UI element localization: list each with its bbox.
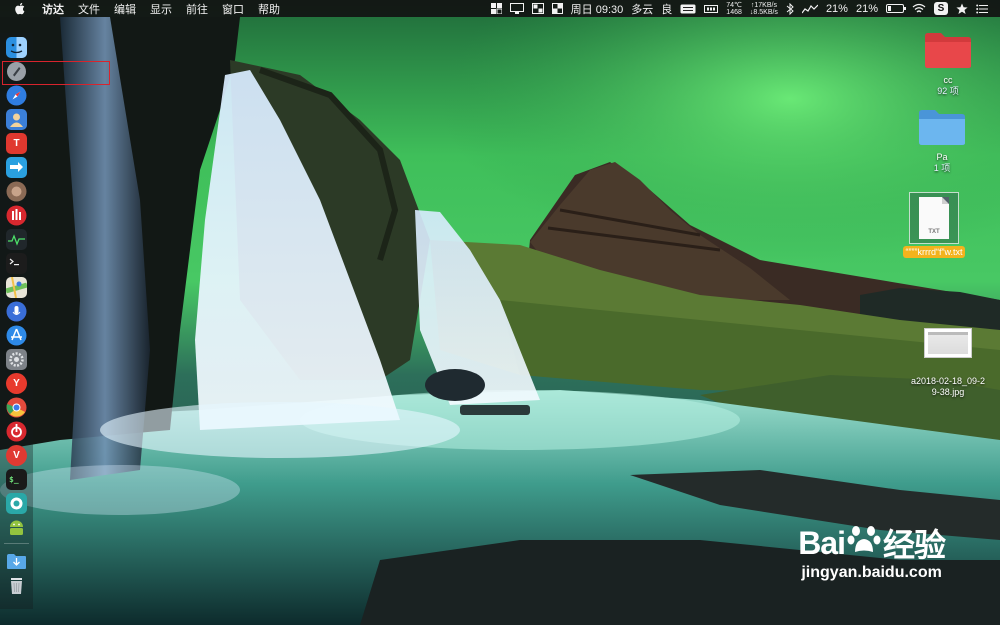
downloads-folder-icon[interactable] xyxy=(6,551,27,572)
contacts-icon[interactable] xyxy=(6,109,27,130)
desktop-folder-cc[interactable]: cc 92 项 xyxy=(918,30,978,96)
gyro-icon[interactable] xyxy=(6,181,27,202)
menu-window[interactable]: 窗口 xyxy=(222,1,244,17)
bluetooth-icon[interactable] xyxy=(786,2,794,15)
watermark-brand-suffix: 经验 xyxy=(882,527,946,563)
trash-icon[interactable] xyxy=(6,575,27,596)
watermark-brand: Bai xyxy=(798,524,846,561)
paw-icon xyxy=(847,522,881,564)
apple-menu-icon[interactable] xyxy=(14,2,28,15)
download-speed-text: ↓8.5KB/s xyxy=(749,8,778,16)
highlight-annotation-box xyxy=(2,61,110,85)
fan-rpm-text: 1468 xyxy=(726,8,742,16)
menu-edit[interactable]: 编辑 xyxy=(114,1,136,17)
activity-monitor-icon[interactable] xyxy=(6,229,27,250)
baidu-watermark: Bai 经验 jingyan.baidu.com xyxy=(798,520,946,582)
maps-icon[interactable] xyxy=(6,277,27,298)
battery-fill xyxy=(888,6,891,11)
battery-percent-text[interactable]: 21% xyxy=(856,3,878,15)
menu-bar: 访达 文件 编辑 显示 前往 窗口 帮助 周日 09:30 多云 良 74℃ 1… xyxy=(0,0,1000,17)
upload-speed-text: ↑17KB/s xyxy=(750,1,777,9)
folder-icon xyxy=(919,110,965,145)
siri-icon[interactable] xyxy=(6,301,27,322)
folder-cc-count: 92 项 xyxy=(937,86,959,96)
system-preferences-icon[interactable] xyxy=(6,349,27,370)
watermark-url: jingyan.baidu.com xyxy=(801,564,942,581)
cpu-percent-text[interactable]: 21% xyxy=(826,3,848,15)
dock: T Y V $_ xyxy=(0,33,33,609)
safari-icon[interactable] xyxy=(6,85,27,106)
cpu-graph-icon[interactable] xyxy=(801,3,818,14)
folder-cc-name: cc xyxy=(943,75,953,85)
menu-view[interactable]: 显示 xyxy=(150,1,172,17)
txt-file-name: “”””krrrd“f”w.txt xyxy=(902,246,966,258)
temperature-text: 74℃ xyxy=(726,1,742,9)
keyboard-icon[interactable] xyxy=(680,4,696,14)
svg-text:$_: $_ xyxy=(9,475,19,484)
temp-rpm-readout[interactable]: 74℃ 1468 xyxy=(726,2,742,16)
folder-pa-count: 1 项 xyxy=(933,163,951,173)
android-icon[interactable] xyxy=(6,517,27,538)
app-store-icon[interactable] xyxy=(6,325,27,346)
menu-file[interactable]: 文件 xyxy=(78,1,100,17)
checker-icon[interactable] xyxy=(551,3,563,14)
terminal-icon[interactable] xyxy=(6,253,27,274)
notification-center-icon[interactable] xyxy=(976,4,988,14)
battery-icon[interactable] xyxy=(886,4,906,13)
app-t-icon[interactable]: T xyxy=(6,133,27,154)
wifi-icon[interactable] xyxy=(912,3,926,14)
window-layout-icon[interactable] xyxy=(531,3,544,14)
image-file-name-line1: a2018-02-18_09-2 xyxy=(910,376,986,386)
desktop-image-file[interactable]: a2018-02-18_09-2 9-38.jpg xyxy=(896,328,1000,398)
netease-music-icon[interactable] xyxy=(6,205,27,226)
menu-go[interactable]: 前往 xyxy=(186,1,208,17)
finder-icon[interactable] xyxy=(6,37,27,58)
star-icon[interactable] xyxy=(956,3,968,15)
status-area: 周日 09:30 多云 良 74℃ 1468 ↑17KB/s ↓8.5KB/s … xyxy=(483,0,1000,17)
sogou-input-icon[interactable]: S xyxy=(934,2,948,15)
chrome-icon[interactable] xyxy=(6,397,27,418)
netease-cloud-icon[interactable] xyxy=(6,421,27,442)
clock-datetime[interactable]: 周日 09:30 xyxy=(571,1,624,17)
menu-app-name[interactable]: 访达 xyxy=(42,1,64,17)
vivaldi-icon[interactable]: V xyxy=(6,445,27,466)
dock-divider xyxy=(4,543,29,544)
weather-text[interactable]: 多云 xyxy=(631,1,653,17)
network-speed-readout[interactable]: ↑17KB/s ↓8.5KB/s xyxy=(750,2,778,16)
yandex-icon[interactable]: Y xyxy=(6,373,27,394)
shell-icon[interactable]: $_ xyxy=(6,469,27,490)
desktop-txt-file[interactable]: TXT “”””krrrd“f”w.txt xyxy=(886,192,982,258)
text-document-icon: TXT xyxy=(909,192,959,244)
folder-icon xyxy=(925,33,971,68)
image-file-name-line2: 9-38.jpg xyxy=(931,387,965,397)
folder-pa-name: Pa xyxy=(936,152,948,162)
txt-ext-label: TXT xyxy=(928,229,940,235)
air-quality-text[interactable]: 良 xyxy=(661,1,672,17)
teal-app-icon[interactable] xyxy=(6,493,27,514)
display-icon[interactable] xyxy=(509,3,524,14)
tile-grid-icon[interactable] xyxy=(490,3,502,14)
image-thumbnail-icon xyxy=(924,328,972,358)
desktop-folder-pa[interactable]: Pa 1 项 xyxy=(912,107,972,173)
menu-help[interactable]: 帮助 xyxy=(258,1,280,17)
migration-icon[interactable] xyxy=(6,157,27,178)
memory-icon[interactable] xyxy=(704,4,719,14)
